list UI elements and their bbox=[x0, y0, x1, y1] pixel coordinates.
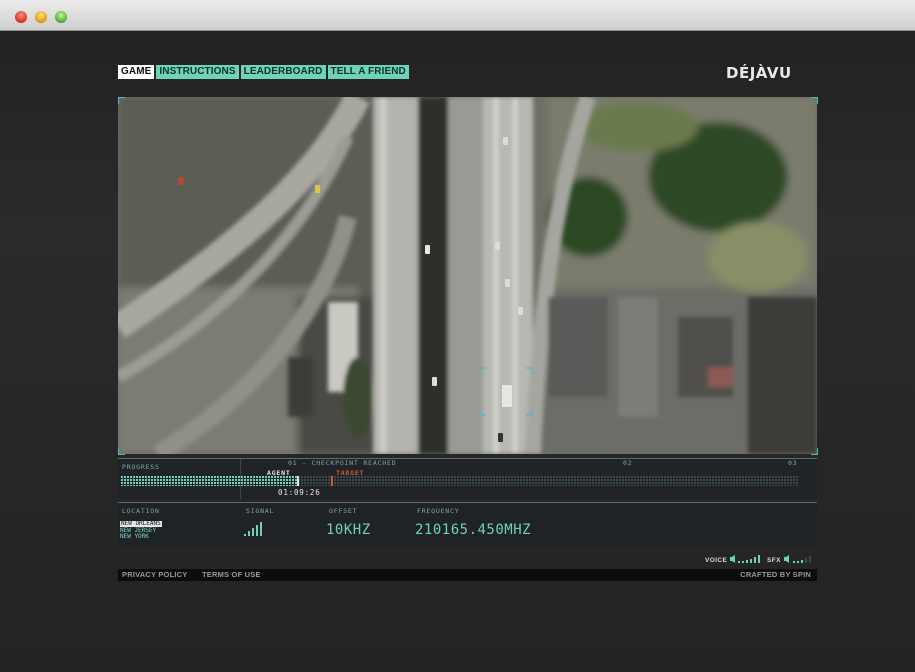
satellite-map-view[interactable] bbox=[118, 97, 817, 454]
sfx-volume-icon[interactable] bbox=[783, 555, 815, 563]
offset-value: 10KHZ bbox=[326, 522, 371, 538]
main-nav: GAME INSTRUCTIONS LEADERBOARD TELL A FRI… bbox=[118, 65, 409, 79]
voice-label: VOICE bbox=[705, 557, 728, 564]
nav-game[interactable]: GAME bbox=[118, 65, 155, 79]
crafted-by-credit[interactable]: CRAFTED BY SPIN bbox=[740, 570, 811, 579]
minimize-window-button[interactable] bbox=[35, 11, 47, 23]
progress-panel: PROGRESS 01 - CHECKPOINT REACHED 02 03 A… bbox=[118, 458, 817, 499]
voice-volume-icon[interactable] bbox=[729, 555, 765, 563]
target-marker bbox=[330, 476, 333, 486]
status-panel: LOCATION NEW ORLEANS NEW JERSEY NEW YORK… bbox=[118, 502, 817, 547]
progress-bar bbox=[121, 476, 798, 486]
hud-corner-top-left bbox=[118, 97, 125, 104]
sfx-control[interactable]: SFX bbox=[767, 555, 815, 564]
progress-label: PROGRESS bbox=[122, 463, 160, 471]
footer-bar: PRIVACY POLICY TERMS OF USE CRAFTED BY S… bbox=[118, 569, 817, 581]
race-timer: 01:09:26 bbox=[278, 488, 321, 497]
voice-control[interactable]: VOICE bbox=[705, 555, 765, 564]
dejavu-logo[interactable]: DÉJÀVU bbox=[726, 64, 792, 82]
aerial-imagery bbox=[118, 97, 817, 454]
checkpoint-label: 01 - CHECKPOINT REACHED bbox=[288, 459, 397, 467]
checkpoint-03-label: 03 bbox=[788, 459, 798, 467]
frequency-value: 210165.450MHZ bbox=[415, 522, 532, 538]
nav-leaderboard[interactable]: LEADERBOARD bbox=[240, 65, 326, 79]
location-label: LOCATION bbox=[122, 507, 160, 515]
privacy-policy-link[interactable]: PRIVACY POLICY bbox=[122, 570, 187, 579]
target-vehicle bbox=[502, 385, 512, 407]
signal-label: SIGNAL bbox=[246, 507, 275, 515]
window-titlebar bbox=[0, 0, 915, 31]
offset-label: OFFSET bbox=[329, 507, 358, 515]
nav-instructions[interactable]: INSTRUCTIONS bbox=[156, 65, 239, 79]
close-window-button[interactable] bbox=[15, 11, 27, 23]
zoom-window-button[interactable] bbox=[55, 11, 67, 23]
terms-of-use-link[interactable]: TERMS OF USE bbox=[202, 570, 261, 579]
checkpoint-02-label: 02 bbox=[623, 459, 633, 467]
hud-corner-bottom-left bbox=[118, 448, 125, 455]
frequency-label: FREQUENCY bbox=[417, 507, 460, 515]
agent-marker bbox=[297, 476, 300, 486]
hud-corner-top-right bbox=[811, 97, 818, 104]
signal-strength-icon bbox=[244, 522, 262, 536]
hud-corner-bottom-right bbox=[811, 448, 818, 455]
nav-tell-a-friend[interactable]: TELL A FRIEND bbox=[327, 65, 409, 79]
agent-progress-fill bbox=[121, 476, 298, 486]
sfx-label: SFX bbox=[767, 557, 781, 564]
location-item[interactable]: NEW YORK bbox=[120, 534, 149, 540]
